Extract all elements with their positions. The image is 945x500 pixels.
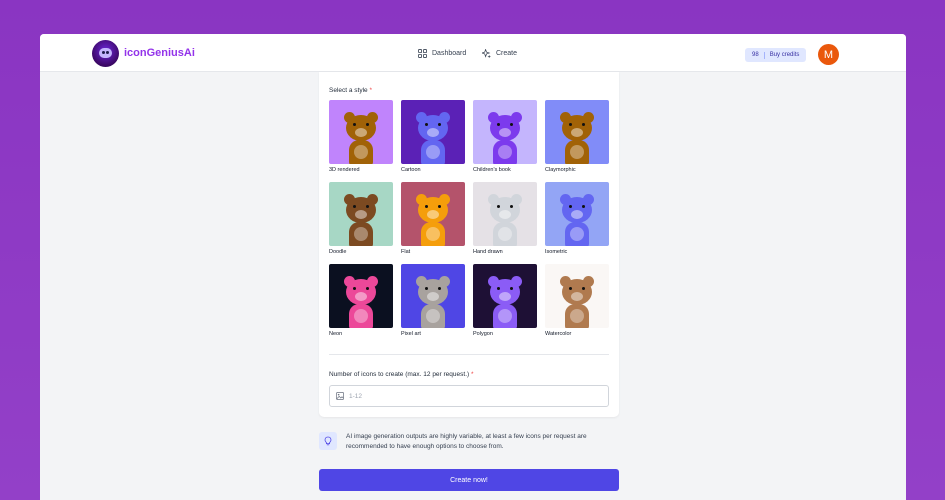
style-option-label: Pixel art [401,331,421,337]
style-option-label: Claymorphic [545,167,576,173]
tip-text: AI image generation outputs are highly v… [346,433,587,450]
create-now-label: Create now! [450,476,488,484]
bear-illustration [485,110,525,164]
style-thumbnail [545,264,609,328]
style-option-label: Flat [401,249,411,255]
nav-create-label: Create [496,50,518,57]
bear-illustration [485,274,525,328]
top-navbar: iconGeniusAi Dashboard Create 98 Buy cre… [40,34,906,72]
style-thumbnail [401,264,465,328]
style-option-label: Isometric [545,249,568,255]
style-option-label: Children's book [473,167,511,173]
count-placeholder: 1-12 [349,392,363,400]
style-option[interactable]: Hand drawn [473,182,537,255]
logo-face-icon [99,48,112,58]
image-icon [336,392,344,400]
style-option-label: 3D rendered [329,167,360,173]
style-option-label: Hand drawn [473,249,503,255]
buy-credits-link[interactable]: Buy credits [770,52,800,58]
credits-badge[interactable]: 98 Buy credits [745,48,807,62]
style-thumbnail [401,100,465,164]
dashboard-icon [418,49,427,58]
style-form-card: Select a style * 3D rendered Cartoon Child… [319,72,619,417]
style-thumbnail [473,182,537,246]
app-window: iconGeniusAi Dashboard Create 98 Buy cre… [40,34,906,500]
style-thumbnail [545,100,609,164]
bear-illustration [485,192,525,246]
nav-dashboard[interactable]: Dashboard [418,49,466,58]
style-thumbnail [545,182,609,246]
bear-illustration [557,274,597,328]
style-option[interactable]: 3D rendered [329,100,393,173]
avatar-initial: M [823,48,834,61]
bear-illustration [413,192,453,246]
style-option-label: Doodle [329,249,347,255]
style-option-label: Polygon [473,331,493,337]
bear-illustration [341,274,381,328]
create-now-button[interactable]: Create now! [319,469,619,491]
sparkle-icon [482,49,491,58]
style-option[interactable]: Polygon [473,264,537,337]
style-thumbnail [401,182,465,246]
style-label: Select a style * [329,87,372,94]
bear-illustration [413,110,453,164]
style-option[interactable]: Isometric [545,182,609,255]
style-thumbnail [473,264,537,328]
bear-illustration [413,274,453,328]
brand-name[interactable]: iconGeniusAi [124,47,195,59]
count-label: Number of icons to create (max. 12 per r… [329,371,474,378]
bear-illustration [341,110,381,164]
nav-dashboard-label: Dashboard [432,50,467,57]
style-option-label: Neon [329,331,343,337]
icon-count-input[interactable]: 1-12 [329,385,609,407]
style-option[interactable]: Watercolor [545,264,609,337]
style-option[interactable]: Neon [329,264,393,337]
style-thumbnail [329,182,393,246]
brand-logo[interactable] [92,40,119,67]
bear-illustration [341,192,381,246]
style-option[interactable]: Flat [401,182,465,255]
style-option[interactable]: Doodle [329,182,393,255]
style-label-text: Select a style [329,87,368,94]
style-option[interactable]: Cartoon [401,100,465,173]
count-label-text: Number of icons to create (max. 12 per r… [329,371,470,378]
style-option-label: Cartoon [401,167,421,173]
style-option-label: Watercolor [545,331,572,337]
user-avatar[interactable]: M [818,44,839,65]
style-thumbnail [473,100,537,164]
style-option[interactable]: Claymorphic [545,100,609,173]
bear-illustration [557,110,597,164]
bear-illustration [557,192,597,246]
credits-divider [763,51,765,59]
lightbulb-icon [319,432,337,450]
section-divider [329,354,609,355]
style-thumbnail [329,264,393,328]
credits-count: 98 [752,52,759,58]
required-mark: * [369,87,373,94]
style-thumbnail [329,100,393,164]
style-option[interactable]: Pixel art [401,264,465,337]
style-option[interactable]: Children's book [473,100,537,173]
nav-create[interactable]: Create [482,49,517,58]
required-mark: * [471,371,474,378]
tip-box: AI image generation outputs are highly v… [319,432,619,452]
